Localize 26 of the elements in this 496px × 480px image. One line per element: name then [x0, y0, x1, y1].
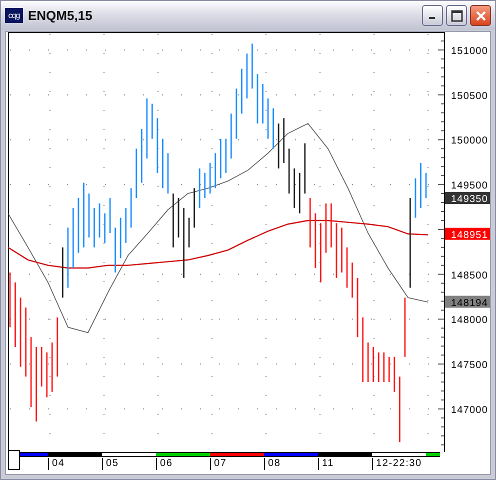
session-label: 06: [156, 458, 173, 470]
axis-label: 148000: [451, 315, 488, 326]
marker-value: 149350: [451, 194, 488, 206]
axis-label: 151000: [451, 46, 488, 57]
marker-value: 148194: [451, 298, 488, 309]
window-title: ENQM5,15: [28, 8, 92, 23]
maximize-button[interactable]: [446, 5, 467, 26]
close-icon: [474, 10, 486, 22]
marker-value: 148951: [451, 230, 488, 241]
axis-label: 147500: [451, 360, 488, 372]
session-label: 05: [102, 458, 119, 470]
axis-label: 148500: [451, 270, 488, 282]
session-label: 04: [48, 458, 65, 470]
session-label: 07: [210, 458, 227, 470]
session-label: 08: [264, 458, 281, 470]
session-label: 11: [318, 458, 334, 470]
close-button[interactable]: [470, 5, 491, 26]
minimize-button[interactable]: [422, 5, 443, 26]
axis-label: 149500: [451, 180, 488, 192]
axis-label: 150000: [451, 136, 488, 147]
maximize-icon: [450, 10, 462, 22]
axis-label: 150500: [451, 90, 488, 102]
scroll-handle[interactable]: [8, 450, 20, 470]
session-label: 12-22:30: [372, 458, 422, 470]
logo-icon: cqg: [5, 8, 23, 23]
axis-label: 147000: [451, 404, 488, 416]
